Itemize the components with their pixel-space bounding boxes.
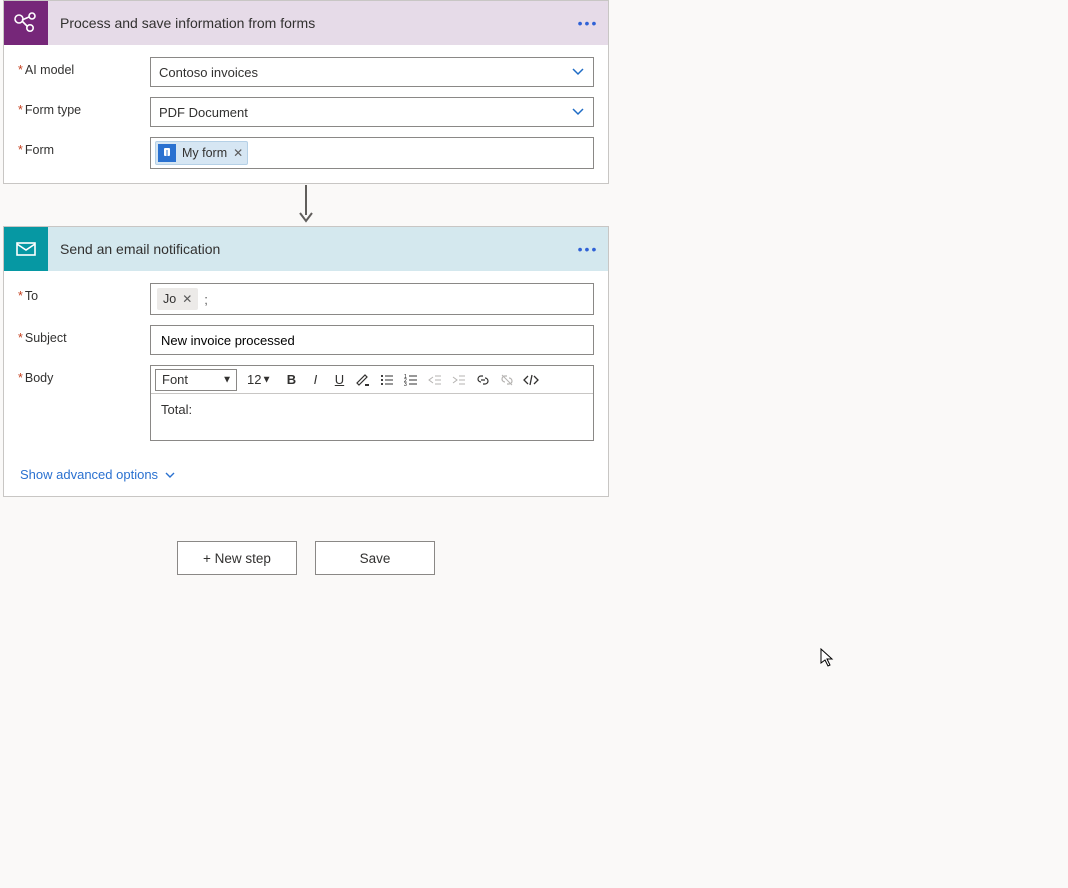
footer-buttons: + New step Save — [3, 541, 609, 575]
chevron-down-icon — [571, 65, 585, 79]
form-chip[interactable]: My form ✕ — [155, 141, 248, 165]
mail-icon — [4, 227, 48, 271]
save-button[interactable]: Save — [315, 541, 435, 575]
body-editor: Font ▼ 12 ▼ B I U — [150, 365, 594, 441]
chevron-down-icon — [571, 105, 585, 119]
editor-toolbar: Font ▼ 12 ▼ B I U — [151, 366, 593, 394]
to-chip[interactable]: Jo ✕ — [157, 288, 198, 310]
body-content[interactable]: Total: — [151, 394, 593, 440]
show-advanced-options-link[interactable]: Show advanced options — [18, 463, 176, 484]
card2-header[interactable]: Send an email notification ••• — [4, 227, 608, 271]
form-input[interactable]: My form ✕ — [150, 137, 594, 169]
ai-model-select[interactable]: Contoso invoices — [150, 57, 594, 87]
ai-model-label: *AI model — [18, 57, 150, 77]
chevron-down-icon — [164, 469, 176, 481]
unlink-button[interactable] — [495, 368, 519, 392]
font-select[interactable]: Font ▼ — [155, 369, 237, 391]
svg-text:3: 3 — [404, 382, 407, 387]
attachment-icon — [158, 144, 176, 162]
bold-button[interactable]: B — [279, 368, 303, 392]
subject-text-field[interactable] — [159, 332, 585, 349]
body-label: *Body — [18, 365, 150, 385]
mouse-cursor-icon — [820, 648, 834, 668]
form-type-select[interactable]: PDF Document — [150, 97, 594, 127]
send-email-card: Send an email notification ••• *To Jo ✕ … — [3, 226, 609, 497]
process-forms-card: Process and save information from forms … — [3, 0, 609, 184]
chip-remove-icon[interactable]: ✕ — [182, 292, 192, 306]
font-size-select[interactable]: 12 ▼ — [243, 369, 275, 391]
chip-remove-icon[interactable]: ✕ — [233, 146, 243, 160]
card1-title: Process and save information from forms — [48, 15, 568, 31]
ai-builder-icon — [4, 1, 48, 45]
indent-button[interactable] — [447, 368, 471, 392]
outdent-button[interactable] — [423, 368, 447, 392]
color-button[interactable] — [351, 368, 375, 392]
new-step-button[interactable]: + New step — [177, 541, 297, 575]
subject-label: *Subject — [18, 325, 150, 345]
number-list-button[interactable]: 123 — [399, 368, 423, 392]
card2-title: Send an email notification — [48, 241, 568, 257]
to-input[interactable]: Jo ✕ ; — [150, 283, 594, 315]
caret-down-icon: ▼ — [262, 374, 272, 385]
to-label: *To — [18, 283, 150, 303]
code-view-button[interactable] — [519, 368, 543, 392]
card2-menu-button[interactable]: ••• — [568, 241, 608, 257]
italic-button[interactable]: I — [303, 368, 327, 392]
bullet-list-button[interactable] — [375, 368, 399, 392]
underline-button[interactable]: U — [327, 368, 351, 392]
subject-input[interactable] — [150, 325, 594, 355]
link-button[interactable] — [471, 368, 495, 392]
card1-header[interactable]: Process and save information from forms … — [4, 1, 608, 45]
card1-menu-button[interactable]: ••• — [568, 15, 608, 31]
form-label: *Form — [18, 137, 150, 157]
form-type-label: *Form type — [18, 97, 150, 117]
caret-down-icon: ▼ — [222, 374, 232, 385]
connector-arrow-icon — [3, 184, 609, 226]
